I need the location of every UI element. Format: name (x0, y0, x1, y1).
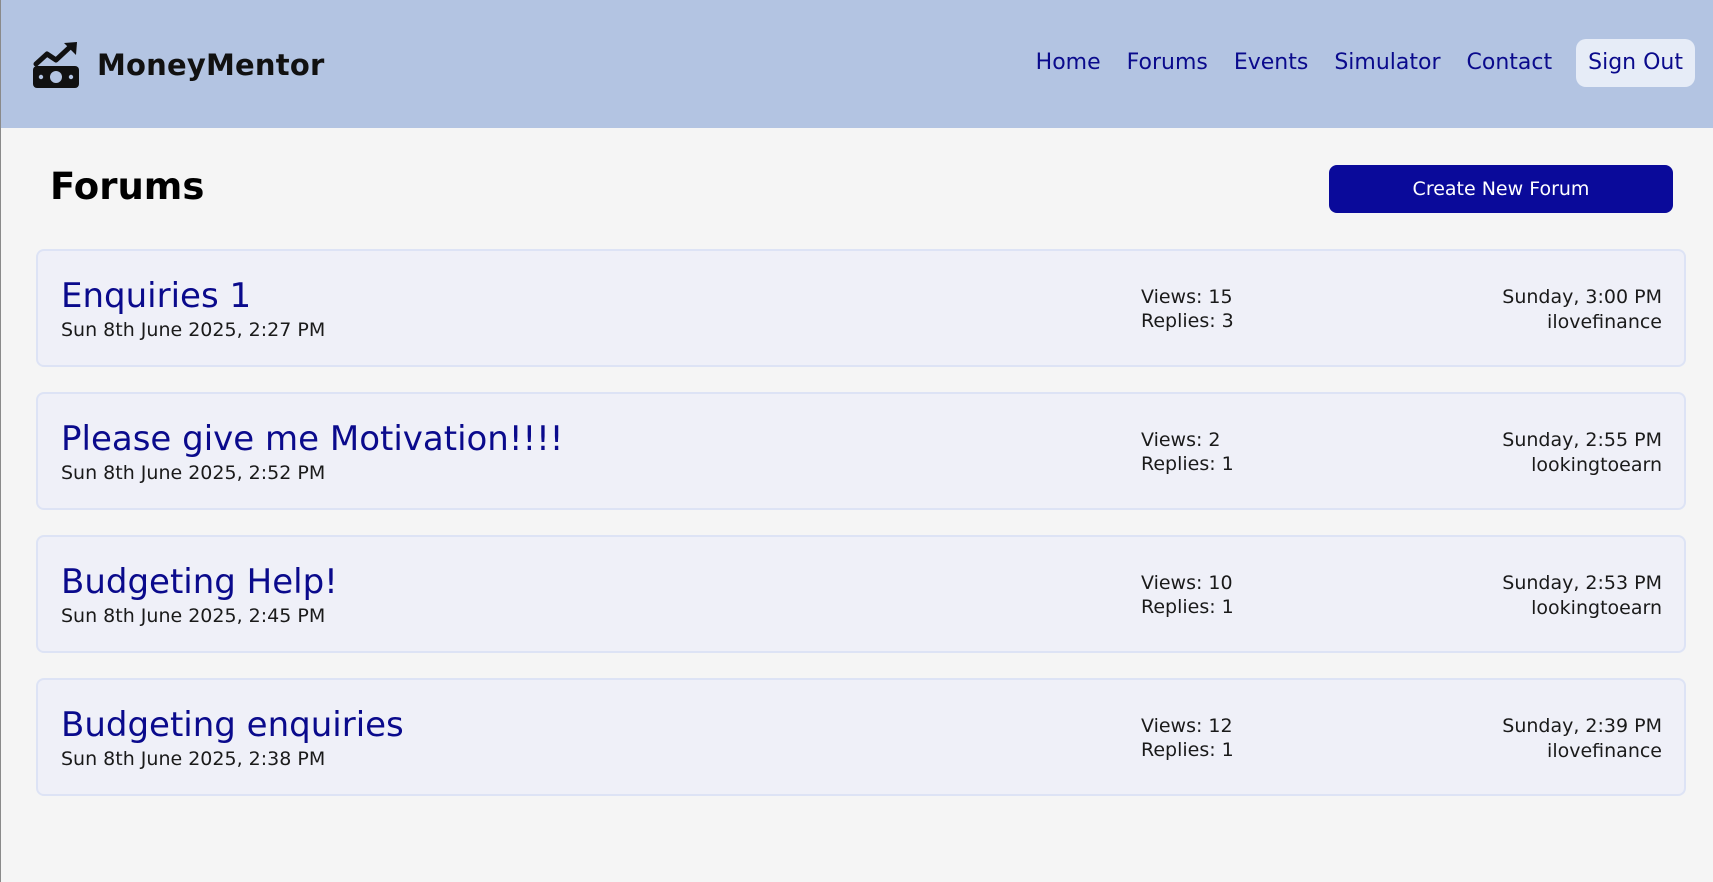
last-post-time: Sunday, 2:55 PM (1502, 429, 1662, 451)
forum-stats: Views: 12 Replies: 1 (1141, 714, 1234, 762)
brand[interactable]: MoneyMentor (31, 40, 324, 90)
forum-stats: Views: 2 Replies: 1 (1141, 428, 1234, 476)
forum-replies: Replies: 3 (1141, 310, 1234, 332)
forum-last-post: Sunday, 2:39 PM ilovefinance (1502, 714, 1662, 764)
top-header: MoneyMentor Home Forums Events Simulator… (1, 0, 1713, 128)
forum-views: Views: 2 (1141, 429, 1221, 451)
forum-replies: Replies: 1 (1141, 596, 1234, 618)
create-new-forum-button[interactable]: Create New Forum (1329, 165, 1673, 213)
forum-last-post: Sunday, 2:55 PM lookingtoearn (1502, 428, 1662, 478)
last-post-time: Sunday, 2:53 PM (1502, 572, 1662, 594)
forum-title[interactable]: Please give me Motivation!!!! (61, 419, 563, 459)
forum-created-date: Sun 8th June 2025, 2:52 PM (61, 462, 326, 484)
last-post-user: ilovefinance (1547, 311, 1662, 333)
last-post-user: lookingtoearn (1531, 454, 1662, 476)
forum-last-post: Sunday, 3:00 PM ilovefinance (1502, 285, 1662, 335)
money-growth-icon (33, 42, 79, 88)
nav-events[interactable]: Events (1221, 39, 1322, 87)
forum-views: Views: 15 (1141, 286, 1233, 308)
forum-created-date: Sun 8th June 2025, 2:27 PM (61, 319, 326, 341)
last-post-user: ilovefinance (1547, 740, 1662, 762)
nav-simulator[interactable]: Simulator (1321, 39, 1453, 87)
nav-contact[interactable]: Contact (1454, 39, 1566, 87)
last-post-time: Sunday, 3:00 PM (1502, 286, 1662, 308)
last-post-time: Sunday, 2:39 PM (1502, 715, 1662, 737)
app-root: MoneyMentor Home Forums Events Simulator… (0, 0, 1713, 882)
nav-home[interactable]: Home (1023, 39, 1114, 87)
forum-title[interactable]: Budgeting Help! (61, 562, 338, 602)
forum-views: Views: 12 (1141, 715, 1233, 737)
forum-created-date: Sun 8th June 2025, 2:38 PM (61, 748, 326, 770)
main-nav: Home Forums Events Simulator Contact Sig… (1023, 39, 1695, 87)
nav-forums[interactable]: Forums (1114, 39, 1221, 87)
forum-last-post: Sunday, 2:53 PM lookingtoearn (1502, 571, 1662, 621)
last-post-user: lookingtoearn (1531, 597, 1662, 619)
page-title: Forums (50, 165, 205, 208)
forum-item[interactable]: Budgeting Help! Sun 8th June 2025, 2:45 … (36, 535, 1686, 653)
forum-item[interactable]: Budgeting enquiries Sun 8th June 2025, 2… (36, 678, 1686, 796)
forum-stats: Views: 15 Replies: 3 (1141, 285, 1234, 333)
forum-item[interactable]: Enquiries 1 Sun 8th June 2025, 2:27 PM V… (36, 249, 1686, 367)
sign-out-button[interactable]: Sign Out (1576, 39, 1695, 87)
forum-stats: Views: 10 Replies: 1 (1141, 571, 1234, 619)
brand-name: MoneyMentor (97, 48, 325, 82)
forum-replies: Replies: 1 (1141, 453, 1234, 475)
forum-item[interactable]: Please give me Motivation!!!! Sun 8th Ju… (36, 392, 1686, 510)
forum-title[interactable]: Enquiries 1 (61, 276, 251, 316)
forum-views: Views: 10 (1141, 572, 1233, 594)
forum-created-date: Sun 8th June 2025, 2:45 PM (61, 605, 326, 627)
forum-replies: Replies: 1 (1141, 739, 1234, 761)
forum-title[interactable]: Budgeting enquiries (61, 705, 404, 745)
